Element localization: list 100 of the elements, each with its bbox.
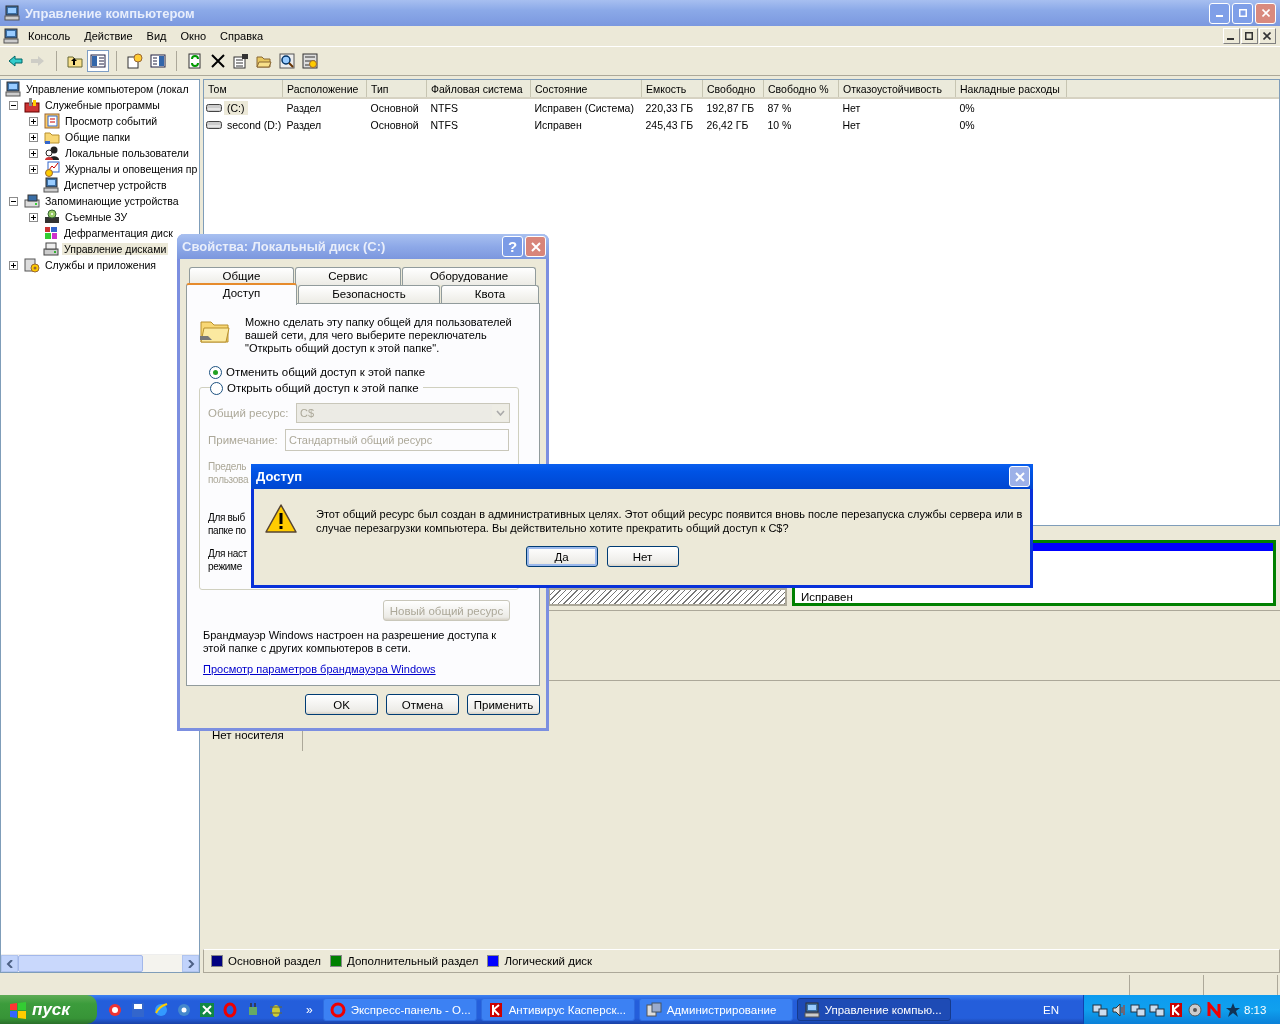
hatched-partition[interactable] — [548, 588, 787, 606]
tree-item[interactable]: Журналы и оповещения пр — [63, 163, 199, 175]
column-header[interactable]: Состояние — [530, 80, 642, 98]
firewall-link[interactable]: Просмотр параметров брандмауэра Windows — [203, 663, 436, 675]
column-header[interactable]: Емкость — [641, 80, 703, 98]
tree-item[interactable]: Управление дисками — [62, 243, 169, 255]
radio-label[interactable]: Отменить общий доступ к этой папке — [226, 366, 426, 378]
computer-icon — [5, 81, 21, 97]
minimize-button[interactable] — [1223, 28, 1240, 44]
admin-tools-icon — [645, 1001, 662, 1018]
volume-name[interactable]: second (D:) — [224, 117, 285, 132]
expand-toggle[interactable] — [9, 260, 18, 270]
radio-label[interactable]: Открыть общий доступ к этой папке — [227, 382, 419, 394]
table-cell: NTFS — [430, 118, 458, 131]
expand-toggle[interactable] — [29, 212, 38, 222]
dialog-button[interactable]: Да — [525, 546, 598, 567]
column-header[interactable]: Том — [204, 80, 283, 98]
language-indicator[interactable]: EN — [1043, 1003, 1059, 1016]
tab[interactable]: Доступ — [186, 283, 297, 305]
table-cell: Основной — [370, 118, 419, 131]
tab[interactable]: Квота — [441, 285, 539, 303]
properties-icon — [233, 53, 249, 69]
search-icon — [279, 53, 295, 69]
spreadsheet-icon[interactable] — [199, 1001, 215, 1018]
volume-name[interactable]: (C:) — [224, 100, 248, 115]
column-header[interactable]: Свободно % — [763, 80, 839, 98]
tree-item[interactable]: Общие папки — [63, 131, 133, 143]
console-tree-button[interactable] — [87, 50, 109, 72]
tree-item[interactable]: Дефрагментация диск — [62, 227, 175, 239]
tree-item[interactable]: Съемные ЗУ — [63, 211, 130, 223]
start-button[interactable]: пуск — [0, 995, 97, 1024]
partial-text: режиме — [208, 560, 243, 573]
disc-icon[interactable] — [1187, 1001, 1203, 1018]
column-header[interactable]: Тип — [366, 80, 427, 98]
event-viewer-icon — [44, 113, 60, 129]
target-icon[interactable] — [107, 1001, 123, 1018]
dialog-button[interactable]: OK — [305, 694, 378, 715]
radio-button[interactable] — [209, 365, 222, 379]
back-arrow-icon — [7, 53, 23, 69]
tab[interactable]: Безопасность — [298, 285, 440, 303]
taskbar-button[interactable]: Администрирование — [638, 998, 793, 1021]
taskbar-button[interactable]: Антивирус Касперск... — [480, 998, 635, 1021]
column-header[interactable]: Отказоустойчивость — [838, 80, 956, 98]
tree-item[interactable]: Локальные пользователи — [63, 147, 191, 159]
table-cell: 0% — [959, 118, 975, 131]
radio-button[interactable] — [210, 381, 223, 395]
close-button[interactable] — [1259, 28, 1276, 44]
speaker-icon[interactable] — [1111, 1001, 1127, 1018]
expand-toggle[interactable] — [29, 148, 38, 158]
tab[interactable]: Оборудование — [402, 267, 536, 285]
tree-item[interactable]: Просмотр событий — [63, 115, 160, 127]
taskbar-button[interactable]: Управление компью... — [796, 998, 951, 1021]
column-header[interactable]: Свободно — [702, 80, 764, 98]
k-shield-icon[interactable] — [1168, 1001, 1184, 1018]
tab[interactable]: Сервис — [295, 267, 401, 285]
tree-item[interactable]: Службы и приложения — [43, 259, 159, 271]
tree-item[interactable]: Управление компьютером (локал — [24, 83, 191, 95]
menu-item[interactable]: Консоль — [21, 30, 78, 42]
dialog-button[interactable]: Применить — [467, 694, 540, 715]
menu-item[interactable]: Справка — [213, 30, 271, 42]
expand-toggle[interactable] — [29, 116, 38, 126]
collapse-toggle[interactable] — [9, 196, 18, 206]
settings-button[interactable] — [299, 50, 321, 72]
column-header[interactable]: Файловая система — [426, 80, 531, 98]
floppy-icon[interactable] — [130, 1001, 146, 1018]
scroll-right-button[interactable] — [182, 955, 199, 972]
dialog-title: Свойства: Локальный диск (C:) — [182, 239, 387, 254]
network-icon[interactable] — [1149, 1001, 1165, 1018]
more-button[interactable]: » — [306, 1002, 313, 1017]
column-header[interactable]: Расположение — [282, 80, 367, 98]
collapse-toggle[interactable] — [9, 100, 18, 110]
tree-item[interactable]: Запоминающие устройства — [43, 195, 181, 207]
minimize-icon — [1227, 38, 1234, 40]
column-header[interactable]: Накладные расходы — [955, 80, 1067, 98]
expand-toggle[interactable] — [29, 164, 38, 174]
menu-item[interactable]: Действие — [77, 30, 140, 42]
dialog-button[interactable]: Отмена — [386, 694, 459, 715]
scrollbar-thumb[interactable] — [18, 955, 143, 972]
partial-text: Для выб — [208, 511, 246, 524]
search-button[interactable] — [276, 50, 298, 72]
help-button[interactable] — [124, 50, 146, 72]
dialog-button[interactable]: Нет — [606, 546, 679, 567]
tree-item[interactable]: Диспетчер устройств — [62, 179, 169, 191]
star-icon[interactable] — [1225, 1001, 1241, 1018]
expand-toggle[interactable] — [29, 132, 38, 142]
network-icon[interactable] — [1092, 1001, 1108, 1018]
maximize-button[interactable] — [1241, 28, 1258, 44]
table-cell: 26,42 ГБ — [706, 118, 749, 131]
menu-item[interactable]: Вид — [139, 30, 174, 42]
field-label: Общий ресурс: — [208, 407, 290, 419]
taskbar-button[interactable]: Экспресс-панель - О... — [322, 998, 477, 1021]
folder-up-icon — [67, 53, 83, 69]
network-icon[interactable] — [1130, 1001, 1146, 1018]
table-cell: Нет — [842, 118, 861, 131]
toolbox-icon — [24, 97, 40, 113]
drive-icon — [206, 102, 222, 113]
horizontal-scrollbar[interactable] — [1, 954, 199, 972]
menu-item[interactable]: Окно — [173, 30, 214, 42]
tree-item[interactable]: Служебные программы — [43, 99, 162, 111]
scroll-left-button[interactable] — [1, 955, 18, 972]
